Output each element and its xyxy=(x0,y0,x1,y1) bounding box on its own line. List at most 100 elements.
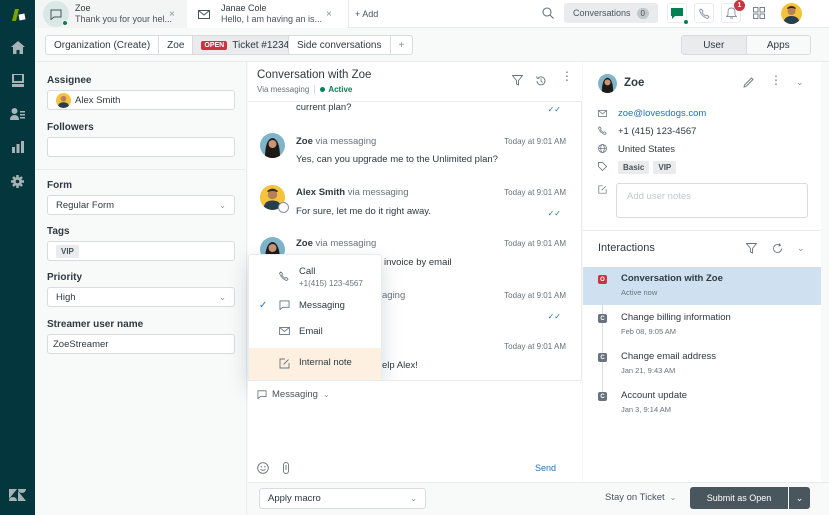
tag-vip[interactable]: VIP xyxy=(56,244,79,258)
filter-icon[interactable] xyxy=(511,75,524,89)
add-tab-button[interactable]: + Add xyxy=(348,0,378,28)
stay-on-ticket-select[interactable]: Stay on Ticket ⌄ xyxy=(605,492,676,503)
home-icon[interactable] xyxy=(0,32,35,62)
collapse-chevron-icon[interactable]: ⌄ xyxy=(796,77,804,88)
close-tab-icon[interactable]: × xyxy=(169,9,175,20)
menu-item-label: Messaging xyxy=(299,300,345,311)
read-receipt-icon: ✓✓ xyxy=(547,209,561,218)
menu-item-sub: +1(415) 123-4567 xyxy=(299,279,363,288)
message-text: current plan? xyxy=(296,102,352,113)
phone-button[interactable] xyxy=(694,3,714,23)
divider xyxy=(583,230,829,231)
user-avatar[interactable] xyxy=(781,3,802,24)
author-name: Alex Smith xyxy=(296,187,346,198)
apply-macro-select[interactable]: Apply macro ⌄ xyxy=(259,488,426,509)
followers-field[interactable] xyxy=(47,137,235,157)
tab-subtitle: Hello, I am having an is... xyxy=(221,14,323,24)
attachment-icon[interactable] xyxy=(282,462,290,477)
apply-macro-label: Apply macro xyxy=(268,493,321,504)
breadcrumb-organization[interactable]: Organization (Create) xyxy=(46,36,160,54)
more-options-icon[interactable]: ⋮ xyxy=(561,70,573,82)
message-author: Zoe via messaging xyxy=(296,238,376,249)
add-side-conversation-button[interactable]: + xyxy=(391,36,413,54)
alex-smith-avatar xyxy=(260,185,289,213)
tab-user[interactable]: User xyxy=(682,36,747,54)
tab-zoe[interactable]: Zoe Thank you for your hel... × xyxy=(35,0,187,28)
interaction-item[interactable]: C Change billing information Feb 08, 9:0… xyxy=(583,306,821,344)
divider xyxy=(35,169,247,170)
author-name: Zoe xyxy=(296,136,313,147)
product-tray-icon[interactable] xyxy=(753,7,765,22)
notification-count-badge: 1 xyxy=(734,0,745,11)
customer-phone-row: +1 (415) 123-4567 xyxy=(597,126,696,137)
zendesk-logo-icon[interactable] xyxy=(0,480,35,510)
user-notes-input[interactable]: Add user notes xyxy=(616,183,808,218)
chat-icon xyxy=(671,7,683,19)
top-bar: Zoe Thank you for your hel... × Janae Co… xyxy=(35,0,829,28)
history-icon[interactable] xyxy=(535,75,547,90)
priority-select[interactable]: High ⌄ xyxy=(47,287,235,307)
menu-item-messaging[interactable]: ✓ Messaging xyxy=(249,297,381,315)
customer-tags-row: Basic VIP xyxy=(598,161,677,174)
assignee-value: Alex Smith xyxy=(75,94,121,106)
customers-icon[interactable] xyxy=(0,99,35,129)
form-select[interactable]: Regular Form ⌄ xyxy=(47,195,235,215)
mail-icon xyxy=(279,327,290,338)
submit-options-button[interactable]: ⌄ xyxy=(789,487,810,509)
reporting-icon[interactable] xyxy=(0,132,35,162)
ticket-header-bar: Organization (Create) Zoe OPEN Ticket #1… xyxy=(35,28,829,62)
menu-item-email[interactable]: Email xyxy=(249,323,381,341)
menu-item-label: Internal note xyxy=(299,357,352,368)
messaging-status-button[interactable] xyxy=(667,3,689,25)
interaction-item[interactable]: C Change email address Jan 21, 9:43 AM xyxy=(583,345,821,383)
interaction-title: Change email address xyxy=(621,351,717,362)
author-name: Zoe xyxy=(296,238,313,249)
interaction-item[interactable]: C Account update Jan 3, 9:14 AM xyxy=(583,384,821,422)
streamer-user-name-field[interactable]: ZoeStreamer xyxy=(47,334,235,354)
close-tab-icon[interactable]: × xyxy=(326,9,332,20)
emoji-icon[interactable] xyxy=(257,462,269,477)
admin-gear-icon[interactable] xyxy=(0,166,35,196)
filter-icon[interactable] xyxy=(745,243,758,257)
active-status-dot xyxy=(320,87,326,92)
refresh-icon[interactable] xyxy=(772,243,783,257)
priority-label: Priority xyxy=(47,272,83,283)
more-options-icon[interactable]: ⋮ xyxy=(770,74,782,86)
customer-email[interactable]: zoe@lovesdogs.com xyxy=(618,108,706,119)
interaction-closed-badge: C xyxy=(598,314,607,323)
customer-tag-basic[interactable]: Basic xyxy=(618,161,650,174)
chevron-down-icon: ⌄ xyxy=(219,200,226,210)
menu-item-label: Email xyxy=(299,326,323,337)
edit-pencil-icon[interactable] xyxy=(743,77,754,91)
conversation-via: Via messaging xyxy=(257,85,310,94)
side-conversations-button[interactable]: Side conversations xyxy=(289,36,391,54)
menu-item-call[interactable]: Call +1(415) 123-4567 xyxy=(249,263,381,293)
zendesk-product-logo-icon[interactable] xyxy=(0,0,35,30)
collapse-chevron-icon[interactable]: ⌄ xyxy=(797,243,805,254)
search-icon[interactable] xyxy=(542,7,554,22)
tab-apps[interactable]: Apps xyxy=(746,36,810,54)
tags-field[interactable]: VIP xyxy=(47,241,235,261)
menu-item-internal-note[interactable]: Internal note xyxy=(249,348,381,380)
message-author: Alex Smith via messaging xyxy=(296,187,408,198)
assignee-field[interactable]: Alex Smith xyxy=(47,90,235,110)
tab-janae-cole[interactable]: Janae Cole Hello, I am having an is... × xyxy=(187,0,347,28)
breadcrumb-user[interactable]: Zoe xyxy=(159,36,194,54)
interaction-item[interactable]: O Conversation with Zoe Active now xyxy=(583,267,821,305)
customer-tag-vip[interactable]: VIP xyxy=(653,161,677,174)
zoe-avatar xyxy=(260,133,285,158)
views-icon[interactable] xyxy=(0,65,35,95)
send-button[interactable]: Send xyxy=(535,463,556,473)
channel-switcher[interactable]: Messaging ⌄ xyxy=(257,389,330,400)
notifications-button[interactable]: 1 xyxy=(721,0,745,23)
message-input[interactable] xyxy=(257,411,573,461)
conversations-button[interactable]: Conversations 0 xyxy=(564,3,658,23)
breadcrumb: Organization (Create) Zoe OPEN Ticket #1… xyxy=(45,35,299,55)
conversation-title: Conversation with Zoe xyxy=(257,69,372,81)
form-label: Form xyxy=(47,180,72,191)
submit-button[interactable]: Submit as Open xyxy=(690,487,788,509)
interaction-title: Conversation with Zoe xyxy=(621,273,723,284)
breadcrumb-ticket[interactable]: OPEN Ticket #1234 xyxy=(193,36,298,54)
note-icon xyxy=(598,183,607,197)
chat-icon xyxy=(279,300,290,313)
